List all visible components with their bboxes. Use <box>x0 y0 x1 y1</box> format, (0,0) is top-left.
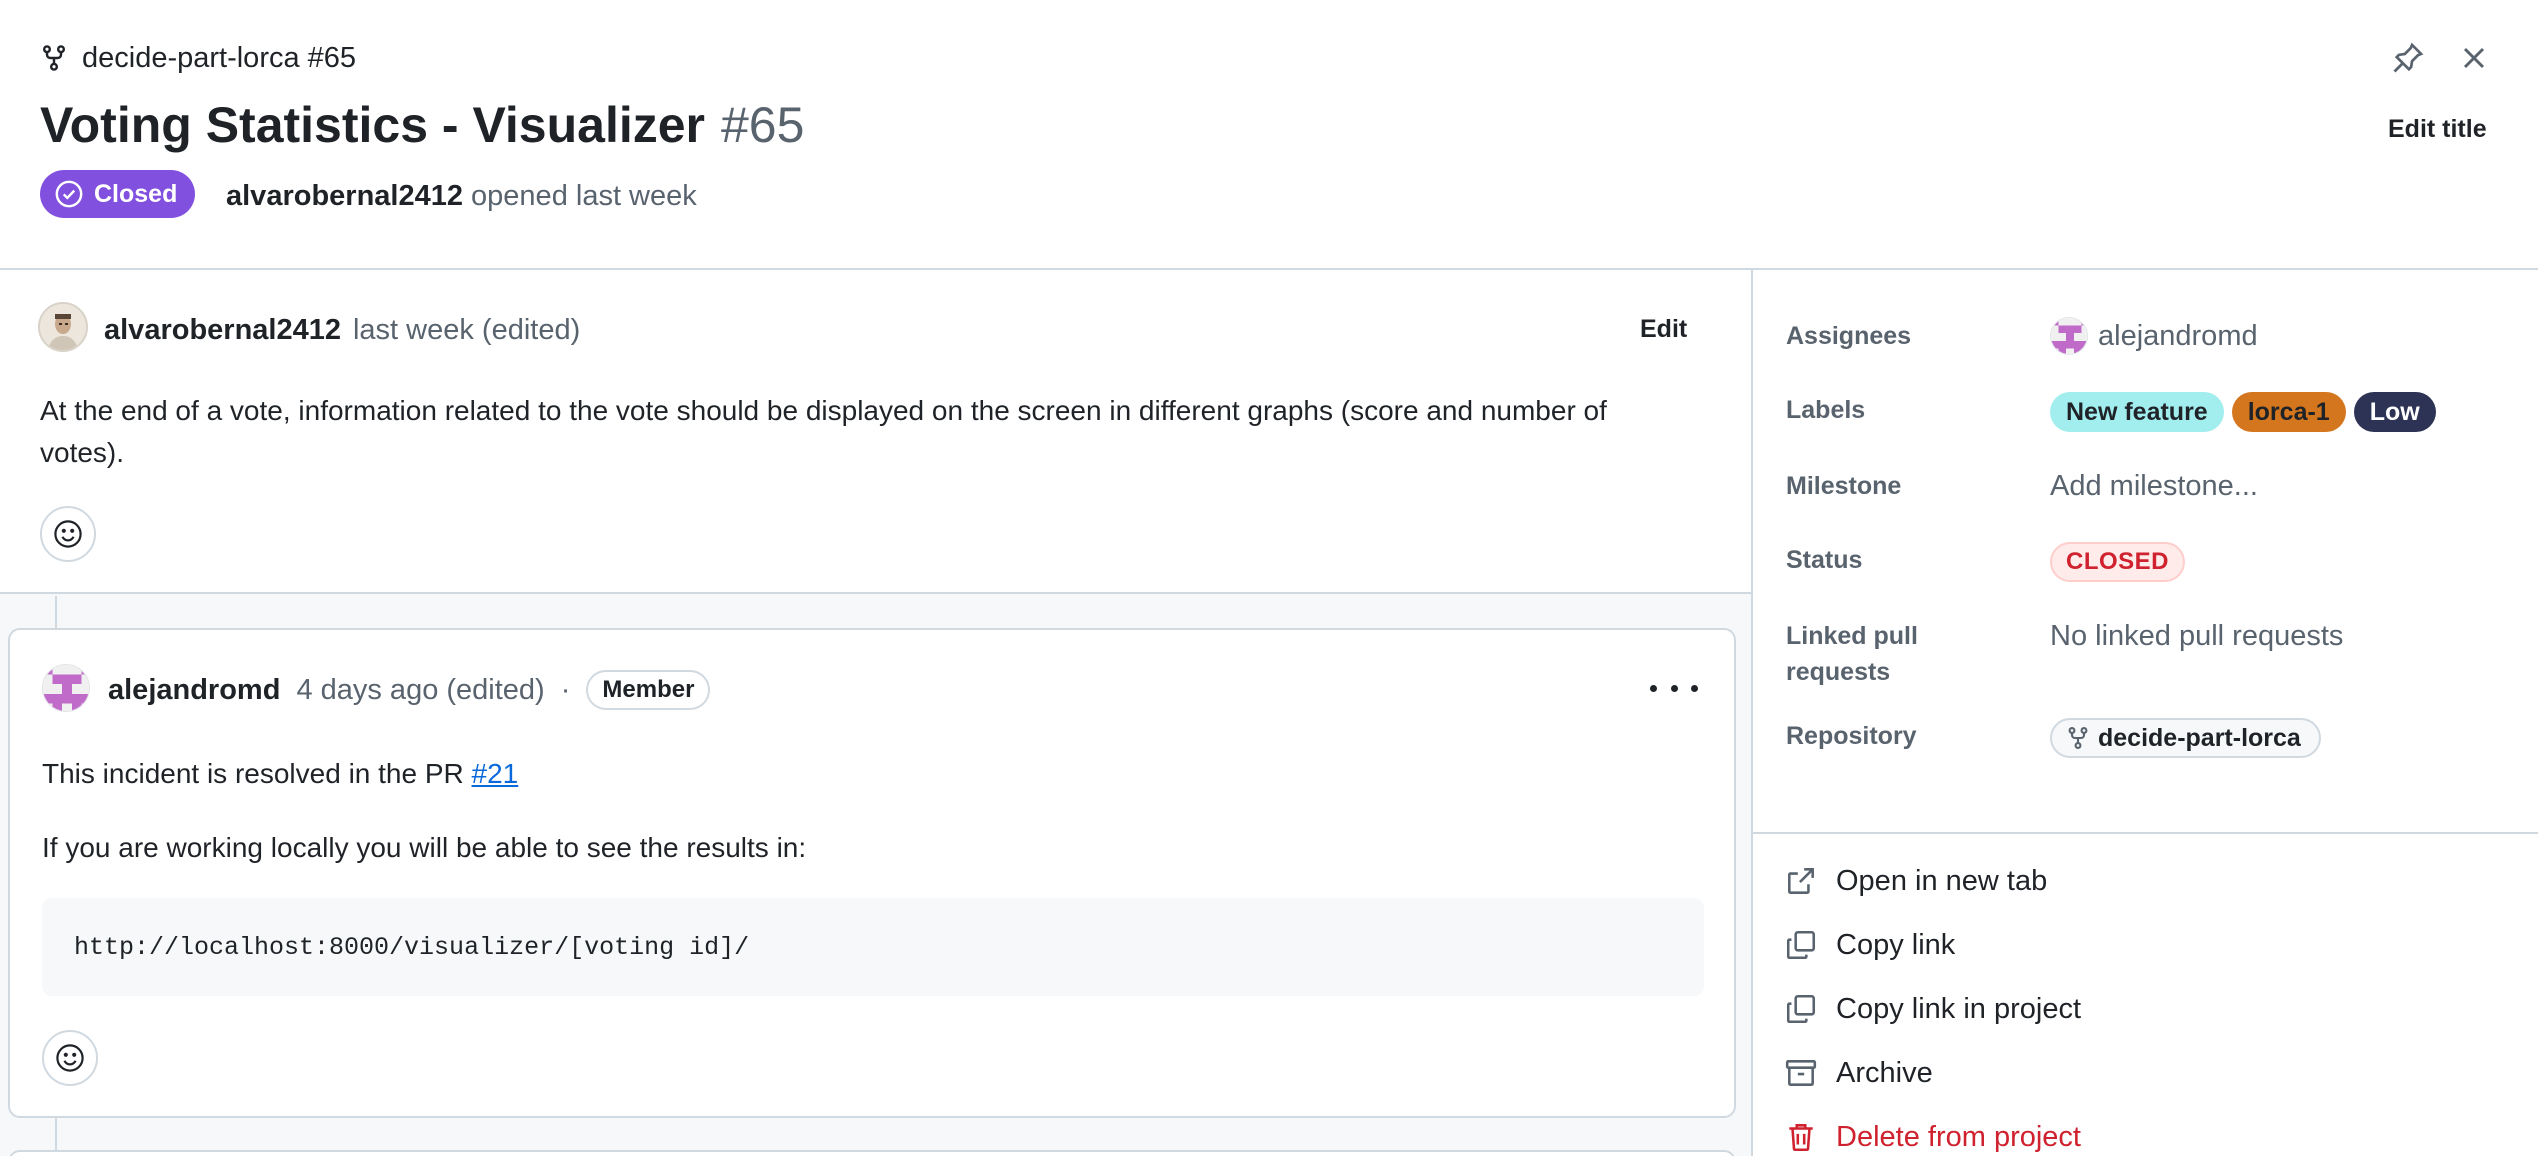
link-external-icon <box>1784 864 1818 898</box>
trash-icon <box>1784 1120 1818 1154</box>
labels-field[interactable]: New feature lorca-1 Low <box>2050 392 2436 432</box>
separator-dot: · <box>560 674 571 706</box>
avatar[interactable] <box>38 302 88 352</box>
comment-author-line: alejandromd 4 days ago (edited) · Member <box>108 670 711 710</box>
copy-icon <box>1784 992 1818 1026</box>
copy-link-in-project-button[interactable]: Copy link in project <box>1784 984 2081 1034</box>
linked-pr-label-line-2: requests <box>1786 658 1891 686</box>
repository-chip[interactable]: decide-part-lorca <box>2050 718 2321 758</box>
opened-text: opened last week <box>471 180 697 212</box>
pin-button[interactable] <box>2390 40 2426 76</box>
archive-button[interactable]: Archive <box>1784 1048 1933 1098</box>
repository-name: decide-part-lorca <box>2098 723 2301 752</box>
label-chip[interactable]: Low <box>2353 392 2436 432</box>
edit-title-button[interactable]: Edit title <box>2388 112 2487 146</box>
comment-options-button[interactable] <box>1650 676 1698 700</box>
comment-line-2: If you are working locally you will be a… <box>42 832 807 863</box>
role-badge: Member <box>586 670 711 710</box>
copy-link-in-project-label: Copy link in project <box>1836 992 2081 1025</box>
page-title: Voting Statistics - Visualizer #65 <box>40 96 804 154</box>
issue-title: Voting Statistics - Visualizer <box>40 97 705 153</box>
pr-link[interactable]: #21 <box>472 758 519 789</box>
comment-author[interactable]: alejandromd <box>108 672 280 708</box>
status-label: Status <box>1786 546 1863 574</box>
code-block: http://localhost:8000/visualizer/[voting… <box>42 898 1704 996</box>
add-reaction-button[interactable] <box>40 506 96 562</box>
repository-label: Repository <box>1786 722 1917 750</box>
opened-by[interactable]: alvarobernal2412 <box>226 180 463 212</box>
avatar <box>2050 317 2088 355</box>
linked-pr-label: Linked pull requests <box>1786 618 1918 690</box>
open-in-new-tab-label: Open in new tab <box>1836 864 2048 897</box>
close-button[interactable] <box>2456 40 2492 76</box>
breadcrumb[interactable]: decide-part-lorca #65 <box>40 38 356 78</box>
kebab-horizontal-icon <box>1650 684 1698 692</box>
pin-icon <box>2390 40 2426 76</box>
archive-icon <box>1784 1056 1818 1090</box>
comment-time: 4 days ago (edited) <box>296 674 545 706</box>
state-label: Closed <box>94 179 178 208</box>
assignee-name: alejandromd <box>2098 320 2258 352</box>
issue-number: #65 <box>721 97 805 153</box>
open-in-new-tab-button[interactable]: Open in new tab <box>1784 856 2047 906</box>
assignee-field[interactable]: alejandromd <box>2050 316 2258 356</box>
code-text: http://localhost:8000/visualizer/[voting… <box>74 932 750 962</box>
linked-pr-field[interactable]: No linked pull requests <box>2050 616 2343 656</box>
comment-card: alejandromd 4 days ago (edited) · Member… <box>8 628 1736 1118</box>
issue-author[interactable]: alvarobernal2412 <box>104 314 341 346</box>
repo-forked-icon <box>40 44 68 72</box>
issue-body: alvarobernal2412 last week (edited) Edit … <box>0 270 1751 594</box>
close-icon <box>2456 40 2492 76</box>
issue-time: last week (edited) <box>352 314 581 346</box>
add-reaction-button[interactable] <box>42 1030 98 1086</box>
opened-info: alvarobernal2412 opened last week <box>226 176 697 216</box>
comment-line-1: This incident is resolved in the PR #21 <box>42 754 518 794</box>
label-chip[interactable]: New feature <box>2050 392 2224 432</box>
milestone-label: Milestone <box>1786 472 1902 500</box>
delete-from-project-button[interactable]: Delete from project <box>1784 1112 2081 1162</box>
delete-from-project-label: Delete from project <box>1836 1120 2081 1153</box>
avatar[interactable] <box>42 664 90 712</box>
state-badge: Closed <box>40 170 196 218</box>
smiley-icon <box>52 518 84 550</box>
archive-label: Archive <box>1836 1056 1933 1089</box>
copy-icon <box>1784 928 1818 962</box>
issue-timeline: alvarobernal2412 last week (edited) Edit … <box>0 270 1751 1156</box>
check-circle-icon <box>54 179 84 209</box>
milestone-field[interactable]: Add milestone... <box>2050 466 2258 506</box>
linked-pr-label-line-1: Linked pull <box>1786 622 1918 650</box>
next-timeline-item <box>8 1150 1736 1156</box>
edit-button[interactable]: Edit <box>1640 312 1687 346</box>
label-chip[interactable]: lorca-1 <box>2231 392 2346 432</box>
copy-link-button[interactable]: Copy link <box>1784 920 1955 970</box>
assignees-label: Assignees <box>1786 322 1912 350</box>
smiley-icon <box>54 1042 86 1074</box>
sidebar-actions-divider <box>1753 832 2538 834</box>
labels-label: Labels <box>1786 396 1866 424</box>
breadcrumb-text[interactable]: decide-part-lorca #65 <box>82 42 356 75</box>
repo-forked-icon <box>2066 726 2090 750</box>
sidebar-divider <box>1751 270 1753 1156</box>
copy-link-label: Copy link <box>1836 928 1956 961</box>
status-badge[interactable]: CLOSED <box>2050 542 2186 582</box>
comment-line-1-text: This incident is resolved in the PR <box>42 758 472 789</box>
issue-body-text: At the end of a vote, information relate… <box>40 395 1607 468</box>
issue-author-line: alvarobernal2412 last week (edited) <box>104 312 580 348</box>
